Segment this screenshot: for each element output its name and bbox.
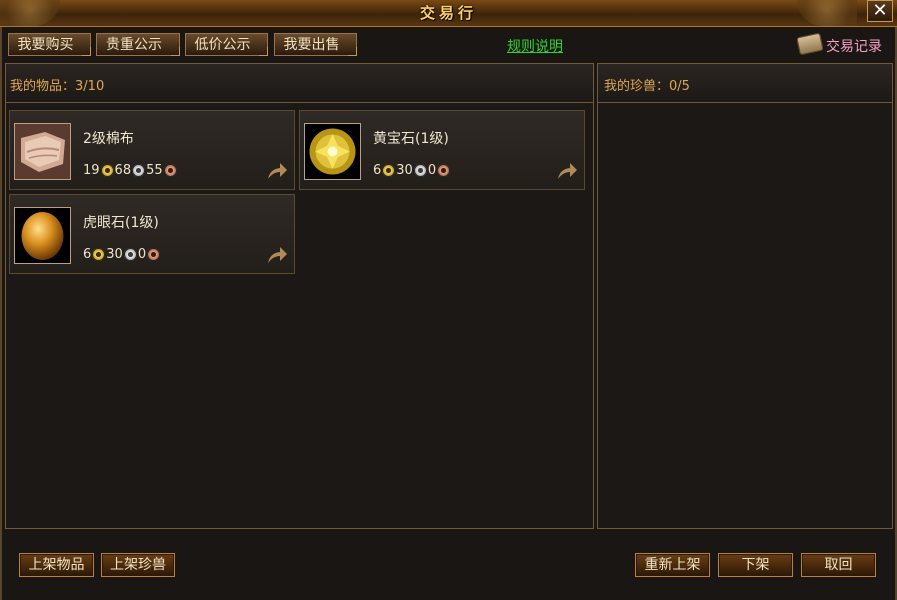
share-arrow-icon[interactable] xyxy=(266,161,288,181)
item-card[interactable]: 虎眼石(1级) 6 30 0 xyxy=(9,194,295,274)
my-pets-label: 我的珍兽： xyxy=(604,79,670,94)
item-price: 6 30 0 xyxy=(373,163,451,178)
window-frame-left xyxy=(0,27,2,600)
tab-buy[interactable]: 我要购买 xyxy=(8,33,91,56)
copper-amount: 0 xyxy=(427,163,437,178)
my-items-header: 我的物品：3/10 xyxy=(6,64,593,103)
silver-coin-icon xyxy=(123,248,137,261)
tiger-eye-icon xyxy=(14,207,71,264)
gold-amount: 6 xyxy=(83,247,92,262)
tab-valuable-notice[interactable]: 贵重公示 xyxy=(96,33,180,56)
yellow-gem-icon xyxy=(304,123,361,180)
gold-coin-icon xyxy=(92,248,106,261)
my-pets-header: 我的珍兽：0/5 xyxy=(598,64,892,103)
gold-coin-icon xyxy=(100,164,114,177)
silver-coin-icon xyxy=(132,164,146,177)
tab-sell[interactable]: 我要出售 xyxy=(274,33,357,56)
my-items-title: 我的物品：3/10 xyxy=(10,75,104,94)
retrieve-button[interactable]: 取回 xyxy=(801,553,876,577)
item-price: 19 68 55 xyxy=(83,163,178,178)
my-items-panel: 我的物品：3/10 2级棉布 19 68 55 黄宝石(1级) 6 30 0 虎… xyxy=(5,63,594,529)
scroll-icon xyxy=(796,32,824,56)
delist-button[interactable]: 下架 xyxy=(718,553,793,577)
silver-amount: 30 xyxy=(396,163,413,178)
copper-amount: 55 xyxy=(146,163,163,178)
trade-history-label: 交易记录 xyxy=(826,39,882,55)
copper-coin-icon xyxy=(163,164,177,177)
rules-link[interactable]: 规则说明 xyxy=(507,36,563,56)
copper-amount: 0 xyxy=(137,247,147,262)
my-pets-title: 我的珍兽：0/5 xyxy=(604,75,690,94)
share-arrow-icon[interactable] xyxy=(266,245,288,265)
list-pets-button[interactable]: 上架珍兽 xyxy=(101,553,175,577)
item-card[interactable]: 黄宝石(1级) 6 30 0 xyxy=(299,110,585,190)
tab-low-price-notice[interactable]: 低价公示 xyxy=(185,33,268,56)
gold-amount: 6 xyxy=(373,163,382,178)
gold-coin-icon xyxy=(382,164,396,177)
copper-coin-icon xyxy=(147,248,161,261)
silver-amount: 68 xyxy=(114,163,132,178)
relist-button[interactable]: 重新上架 xyxy=(635,553,710,577)
item-card[interactable]: 2级棉布 19 68 55 xyxy=(9,110,295,190)
my-pets-count: 0/5 xyxy=(669,79,690,94)
my-items-count: 3/10 xyxy=(75,79,105,94)
my-pets-panel: 我的珍兽：0/5 xyxy=(597,63,893,529)
item-price: 6 30 0 xyxy=(83,247,161,262)
silver-amount: 30 xyxy=(106,247,123,262)
close-button[interactable]: ✕ xyxy=(867,0,893,22)
share-arrow-icon[interactable] xyxy=(556,161,578,181)
item-name: 黄宝石(1级) xyxy=(373,131,449,147)
item-name: 虎眼石(1级) xyxy=(83,215,159,231)
cloth-icon xyxy=(14,123,71,180)
silver-coin-icon xyxy=(413,164,427,177)
gold-amount: 19 xyxy=(83,163,100,178)
item-name: 2级棉布 xyxy=(83,131,134,147)
my-items-label: 我的物品： xyxy=(10,79,76,94)
copper-coin-icon xyxy=(437,164,451,177)
trade-history-button[interactable]: 交易记录 xyxy=(796,32,894,56)
list-items-button[interactable]: 上架物品 xyxy=(19,553,94,577)
title-bar: 交易行 ✕ xyxy=(0,0,897,27)
window-title: 交易行 xyxy=(419,4,477,22)
